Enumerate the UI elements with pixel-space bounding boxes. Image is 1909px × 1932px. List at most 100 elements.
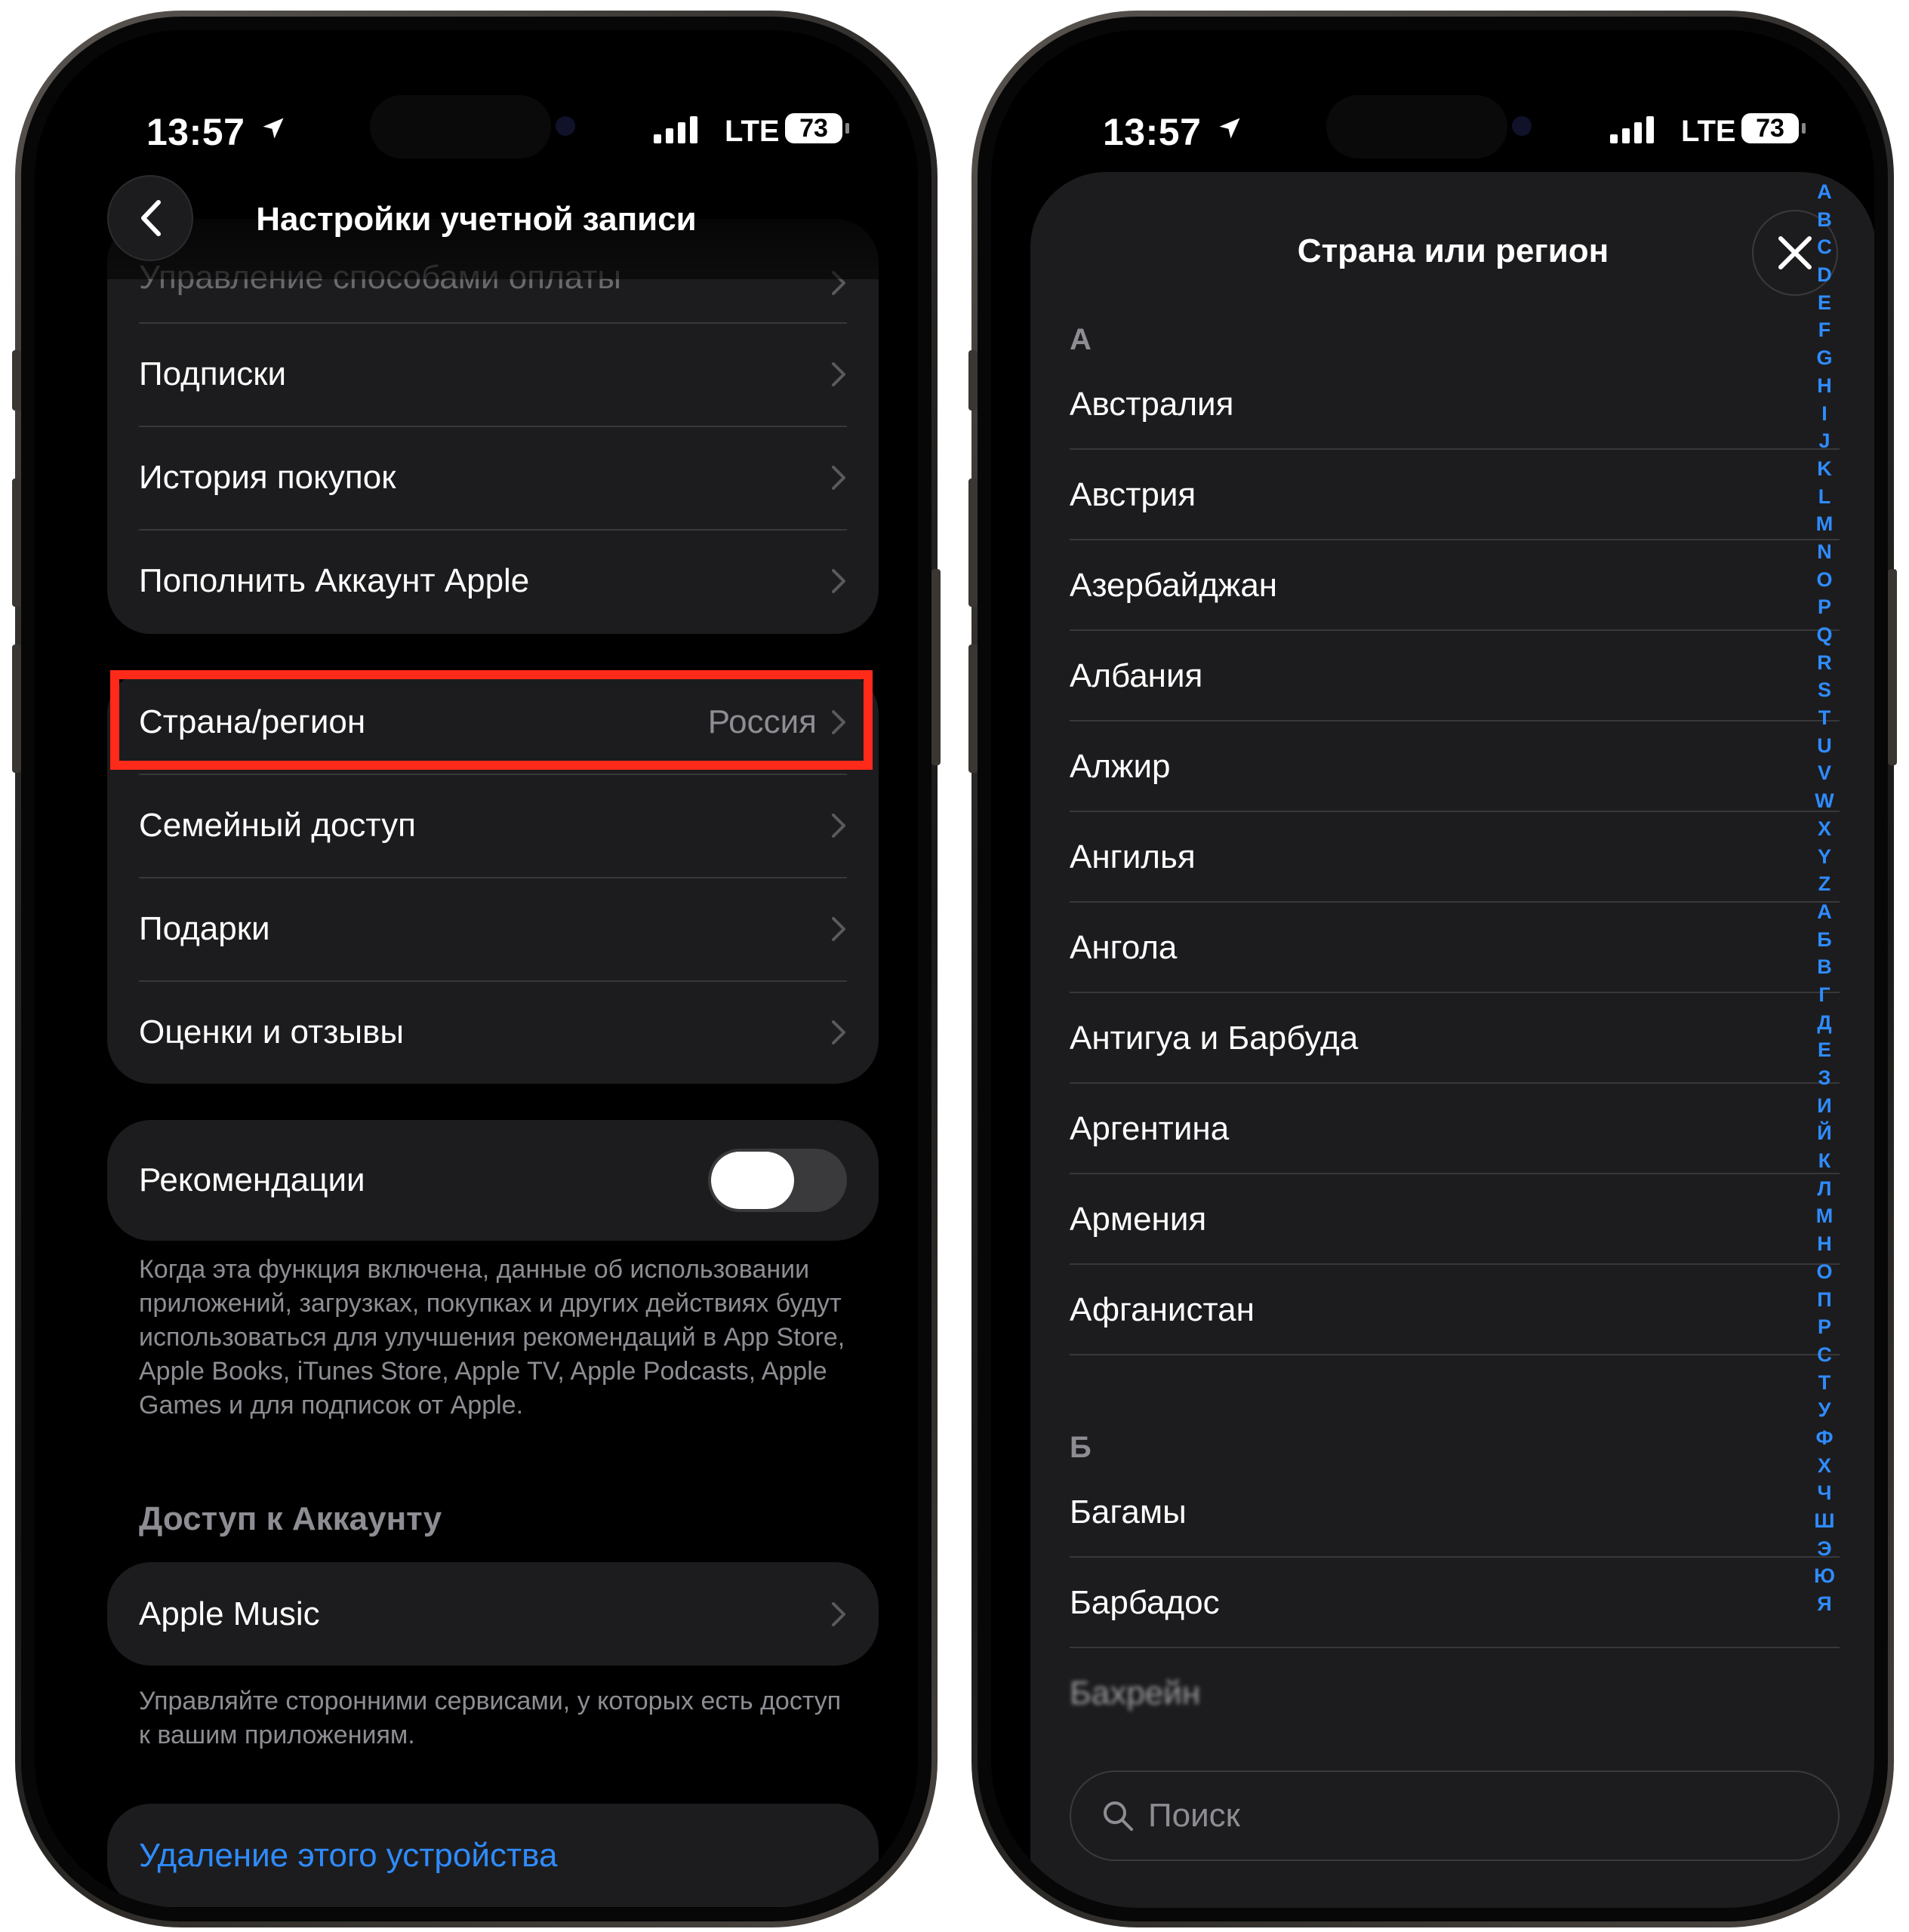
dynamic-island — [370, 95, 551, 158]
signal-bars-icon — [1610, 116, 1655, 147]
index-letter[interactable]: T — [1818, 704, 1831, 732]
index-letter[interactable]: Е — [1818, 1036, 1831, 1064]
index-letter[interactable]: O — [1816, 566, 1832, 594]
index-letter[interactable]: P — [1818, 593, 1831, 621]
index-letter[interactable]: Х — [1818, 1452, 1831, 1480]
gifts-row[interactable]: Подарки — [107, 877, 879, 980]
section-letter: А — [1070, 323, 1092, 356]
index-letter[interactable]: U — [1817, 732, 1832, 760]
index-letter[interactable]: W — [1815, 787, 1834, 815]
account-access-group: Apple Music — [107, 1562, 879, 1666]
purchase-history-row[interactable]: История покупок — [107, 426, 879, 529]
index-letter[interactable]: L — [1818, 483, 1831, 511]
index-letter[interactable]: И — [1817, 1092, 1831, 1120]
search-placeholder: Поиск — [1148, 1797, 1240, 1834]
recommendations-group: Рекомендации — [107, 1120, 879, 1241]
index-letter[interactable]: О — [1816, 1258, 1832, 1286]
country-item[interactable]: Алжир — [1070, 721, 1840, 812]
index-letter[interactable]: Z — [1818, 870, 1831, 898]
index-letter[interactable]: X — [1818, 815, 1831, 843]
index-letter[interactable]: M — [1816, 510, 1834, 538]
country-item[interactable]: Албания — [1070, 631, 1840, 721]
battery-icon: 73 — [1741, 113, 1806, 143]
remove-device-group: Удаление этого устройства — [107, 1804, 879, 1907]
country-item[interactable]: Азербайджан — [1070, 540, 1840, 631]
index-letter[interactable]: Н — [1817, 1230, 1832, 1258]
country-item[interactable]: Антигуа и Барбуда — [1070, 993, 1840, 1084]
index-letter[interactable]: B — [1817, 206, 1832, 234]
remove-device-row[interactable]: Удаление этого устройства — [107, 1804, 879, 1907]
country-item[interactable]: Австралия — [1070, 359, 1840, 450]
family-sharing-row[interactable]: Семейный доступ — [107, 774, 879, 877]
search-field[interactable]: Поиск — [1070, 1770, 1840, 1861]
chevron-right-icon — [832, 1020, 845, 1044]
country-item[interactable]: Багамы — [1070, 1467, 1840, 1558]
country-item[interactable]: Австрия — [1070, 450, 1840, 540]
index-letter[interactable]: C — [1817, 233, 1832, 261]
index-letter[interactable]: З — [1818, 1064, 1831, 1092]
phone-frame-right: 13:57 LTE 73 Страна или регион А Австрал… — [968, 11, 1897, 1927]
row-label: Рекомендации — [139, 1161, 365, 1198]
index-letter[interactable]: Т — [1818, 1369, 1831, 1397]
index-letter[interactable]: K — [1817, 455, 1832, 483]
index-letter[interactable]: К — [1818, 1147, 1830, 1175]
section-header: Доступ к Аккаунту — [139, 1500, 442, 1537]
index-letter[interactable]: П — [1817, 1286, 1831, 1314]
country-item[interactable]: Ангола — [1070, 903, 1840, 993]
index-letter[interactable]: Ш — [1814, 1507, 1834, 1535]
index-letter[interactable]: Y — [1818, 843, 1831, 871]
country-item[interactable]: Ангилья — [1070, 812, 1840, 903]
index-letter[interactable]: Й — [1817, 1119, 1831, 1147]
country-item[interactable]: Армения — [1070, 1174, 1840, 1265]
index-letter[interactable]: Ю — [1814, 1562, 1835, 1590]
index-letter[interactable]: У — [1818, 1396, 1831, 1424]
remove-device-link[interactable]: Удаление этого устройства — [139, 1837, 847, 1875]
index-letter[interactable]: Д — [1817, 1009, 1831, 1037]
index-letter[interactable]: I — [1821, 400, 1827, 428]
country-item[interactable]: Барбадос — [1070, 1558, 1840, 1648]
index-letter[interactable]: S — [1818, 676, 1831, 704]
country-item[interactable]: Афганистан — [1070, 1265, 1840, 1355]
index-letter[interactable]: Г — [1818, 981, 1830, 1009]
dynamic-island — [1326, 95, 1507, 158]
add-funds-row[interactable]: Пополнить Аккаунт Apple — [107, 529, 879, 632]
index-letter[interactable]: Q — [1816, 621, 1832, 649]
ratings-reviews-row[interactable]: Оценки и отзывы — [107, 980, 879, 1084]
index-letter[interactable]: Я — [1817, 1590, 1831, 1618]
index-letter[interactable]: J — [1818, 427, 1830, 455]
index-letter[interactable]: Б — [1817, 926, 1831, 954]
chevron-right-icon — [832, 465, 845, 490]
index-letter[interactable]: М — [1816, 1202, 1834, 1230]
index-letter[interactable]: Ч — [1818, 1479, 1832, 1507]
index-letter[interactable]: А — [1817, 898, 1832, 926]
index-letter[interactable]: С — [1817, 1341, 1832, 1369]
index-letter[interactable]: В — [1817, 953, 1832, 981]
page-title: Настройки учетной записи — [256, 201, 697, 238]
subscriptions-row[interactable]: Подписки — [107, 322, 879, 426]
account-access-footnote: Управляйте сторонними сервисами, у котор… — [139, 1687, 842, 1749]
index-letter[interactable]: V — [1818, 759, 1831, 787]
index-letter[interactable]: Р — [1818, 1313, 1831, 1341]
index-letter[interactable]: Э — [1817, 1535, 1831, 1563]
sheet-title: Страна или регион — [1297, 232, 1609, 269]
index-letter[interactable]: N — [1817, 538, 1832, 566]
index-letter[interactable]: H — [1817, 372, 1832, 400]
index-letter[interactable]: D — [1817, 261, 1832, 289]
index-letter[interactable]: E — [1818, 289, 1831, 317]
status-bar: 13:57 LTE 73 — [35, 95, 918, 158]
highlight-box — [110, 670, 873, 770]
recommendations-row: Рекомендации — [107, 1120, 879, 1241]
index-letter[interactable]: Л — [1818, 1175, 1832, 1203]
back-button[interactable] — [107, 175, 193, 261]
alphabet-index[interactable]: ABCDEFGHIJKLMNOPQRSTUVWXYZАБВГДЕЗИЙКЛМНО… — [1808, 178, 1841, 1618]
recommendations-toggle[interactable] — [708, 1149, 847, 1212]
index-letter[interactable]: R — [1817, 649, 1832, 677]
country-item[interactable]: Аргентина — [1070, 1084, 1840, 1174]
index-letter[interactable]: G — [1816, 344, 1832, 372]
index-letter[interactable]: Ф — [1815, 1424, 1833, 1452]
camera-dot — [556, 116, 575, 136]
index-letter[interactable]: F — [1818, 316, 1831, 344]
index-letter[interactable]: A — [1817, 178, 1832, 206]
row-label: Семейный доступ — [139, 806, 416, 844]
apple-music-row[interactable]: Apple Music — [107, 1562, 879, 1666]
